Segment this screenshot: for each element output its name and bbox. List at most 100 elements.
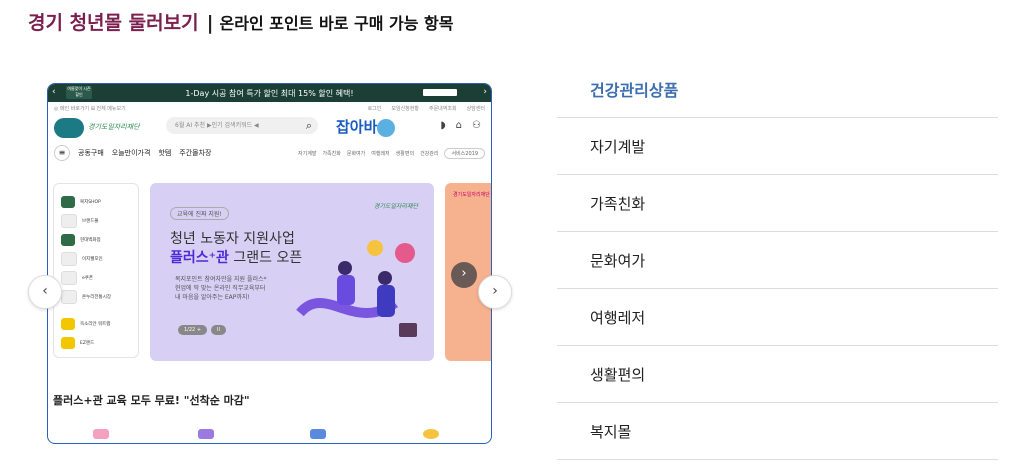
page-subtitle: 온라인 포인트 바로 구매 가능 항목	[219, 14, 454, 33]
utility-link: 상담센터	[466, 105, 485, 112]
mall-header-icons: ◗ ⌂ ⚇	[440, 120, 481, 131]
chevron-right-icon: ›	[492, 283, 498, 299]
mall-nav-cat: 건강관리	[420, 150, 439, 157]
course-thumb	[423, 429, 439, 439]
banner-next-icon: ›	[451, 262, 477, 288]
hamburger-icon: ≡	[54, 145, 70, 161]
mall-nav-cat: 문화여가	[346, 150, 366, 157]
jobaba-logo: 잡아바	[336, 116, 396, 137]
banner-title-rest: 그랜드 오픈	[228, 250, 303, 266]
mall-nav-item: 주간몰차장	[179, 149, 212, 157]
jobaba-mascot	[377, 118, 396, 137]
chevron-left-icon: ‹	[52, 87, 56, 97]
oxoryan-icon	[61, 317, 75, 330]
banner-highlight: 플러스⁺관	[170, 250, 229, 266]
page-header: 경기 청년몰 둘러보기 | 온라인 포인트 바로 구매 가능 항목	[28, 8, 453, 35]
pause-icon: II	[211, 325, 226, 335]
side-item: 옥소리안 워트랩	[54, 314, 138, 333]
mall-nav-item: 핫템	[158, 149, 172, 157]
shop-icon	[61, 195, 75, 208]
chevron-left-icon: ‹	[42, 283, 48, 299]
header-separator: |	[206, 12, 214, 34]
category-item-culture[interactable]: 문화여가	[557, 232, 998, 289]
coupon-icon	[61, 270, 77, 285]
mall-preview-screenshot[interactable]: ‹ 여름맞이 시즌할인 1-Day 시공 참여 특가 할인 최대 15% 할인 …	[47, 83, 492, 444]
welfare-logo	[54, 118, 84, 138]
utility-bar: ◎ 메인 바로가기 ⊞ 전체 메뉴보기 로그인 모임신청현황 주문내역조회 상담…	[48, 102, 491, 114]
carousel-next-button[interactable]: ›	[478, 275, 512, 309]
course-thumb	[198, 429, 214, 439]
mall-header: 경기도일자리재단 6월 AI 추천 ▶인기 검색키워드 ◀ ⌕ 잡아바 ◗ ⌂ …	[48, 114, 491, 142]
foundation-logo: 경기도일자리재단	[88, 123, 140, 131]
page-title: 경기 청년몰 둘러보기	[28, 12, 199, 34]
banner-title-2: 플러스⁺관 그랜드 오픈	[170, 247, 302, 267]
course-thumb	[310, 429, 326, 439]
category-list: 건강관리상품 자기계발 가족친화 문화여가 여행레저 생활편의 복지몰	[557, 61, 998, 460]
utility-left: ◎ 메인 바로가기 ⊞ 전체 메뉴보기	[54, 105, 126, 112]
banner-logo: 경기도일자리재단	[373, 203, 418, 210]
side-item-label: 온누리전통시장	[82, 294, 111, 300]
search-icon: ⌕	[305, 119, 312, 132]
mall-nav-cat: 가족친화	[322, 150, 341, 157]
category-item-living[interactable]: 생활편의	[557, 346, 998, 403]
market-icon	[61, 289, 77, 304]
banner-desc-line: 복지포인트 참여자만을 지원 플러스*	[175, 276, 267, 283]
category-item-health[interactable]: 건강관리상품	[557, 61, 998, 118]
side-item-label: EZ랜드	[80, 340, 95, 346]
side-item: 이지웰포인	[54, 249, 138, 268]
side-item: 온누리전통시장	[54, 287, 138, 306]
course-thumb	[93, 429, 109, 439]
banner-tag: 교육에 진짜 지원!	[170, 207, 229, 220]
mall-nav-item: 오늘만이가격	[111, 149, 151, 157]
mall-nav-cat: 여행레저	[371, 150, 390, 157]
mall-search-input: 6월 AI 추천 ▶인기 검색키워드 ◀ ⌕	[166, 117, 318, 134]
side-item: EZ랜드	[54, 333, 138, 352]
mall-side-menu: 복지SHOP 브랜드몰 현대백화점 이지웰포인 e쿠폰 온누리전통시장 옥소리안…	[53, 183, 139, 358]
carousel-prev-button[interactable]: ‹	[28, 275, 62, 309]
banner-description: 복지포인트 참여자만을 지원 플러스* 현업에 딱 맞는 온라인 직무교육부터 …	[175, 275, 267, 302]
mall-nav-cat: 자기계발	[298, 150, 317, 157]
side-item: 현대백화점	[54, 230, 138, 249]
category-item-travel[interactable]: 여행레저	[557, 289, 998, 346]
hyundai-icon	[61, 233, 75, 246]
season-logo: 여름맞이 시즌할인	[66, 86, 92, 99]
banner-page: 1/22 +	[178, 325, 208, 335]
bag-icon: ⌂	[455, 120, 463, 131]
side-item: 브랜드몰	[54, 211, 138, 230]
banner-desc-line: 내 마음을 알아주는 EAP까지!	[175, 294, 250, 301]
side-item-label: 이지웰포인	[82, 256, 103, 262]
side-item-label: e쿠폰	[82, 275, 94, 281]
mall-nav: ≡ 공동구매 오늘만이가격 핫템 주간몰차장 자기계발 가족친화 문화여가 여행…	[48, 142, 491, 164]
banner-desc-line: 현업에 딱 맞는 온라인 직무교육부터	[175, 285, 266, 292]
promo-topbar: ‹ 여름맞이 시즌할인 1-Day 시공 참여 특가 할인 최대 15% 할인 …	[48, 84, 491, 102]
partner-logo	[423, 89, 457, 96]
side-item-label: 옥소리안 워트랩	[80, 321, 111, 327]
search-placeholder: 6월 AI 추천 ▶인기 검색키워드 ◀	[175, 122, 259, 129]
promo-text: 1-Day 시공 참여 특가 할인 최대 15% 할인 혜택!	[185, 88, 354, 98]
category-item-welfare-mall[interactable]: 복지몰	[557, 403, 998, 460]
chevron-right-icon: ›	[483, 87, 487, 97]
side-item-label: 현대백화점	[80, 237, 101, 243]
jobaba-text: 잡아바	[336, 118, 378, 136]
service-select: 서비스2019	[444, 147, 485, 159]
utility-link: 모임신청현황	[391, 105, 419, 112]
next-banner-logo: 경기도일자리재단	[453, 192, 490, 198]
user-icon: ⚇	[472, 120, 481, 131]
category-item-self-development[interactable]: 자기계발	[557, 118, 998, 175]
mall-nav-item: 공동구매	[78, 149, 104, 157]
mall-nav-cat: 생활편의	[395, 150, 415, 157]
side-item-label: 복지SHOP	[80, 199, 101, 205]
side-item-label: 브랜드몰	[82, 218, 99, 224]
side-item: e쿠폰	[54, 268, 138, 287]
promo-caption: 플러스+관 교육 모두 무료! "선착순 마감"	[53, 394, 250, 407]
utility-link: 주문내역조회	[428, 105, 457, 112]
brand-icon	[61, 213, 77, 228]
category-item-family[interactable]: 가족친화	[557, 175, 998, 232]
ezland-icon	[61, 336, 75, 349]
utility-link: 로그인	[367, 105, 382, 112]
banner-pager: 1/22 + II	[178, 325, 226, 335]
banner-illustration	[296, 240, 417, 337]
coupon-icon: ◗	[440, 120, 446, 131]
banner-title-1: 청년 노동자 지원사업	[170, 231, 295, 247]
point-icon	[61, 251, 77, 266]
